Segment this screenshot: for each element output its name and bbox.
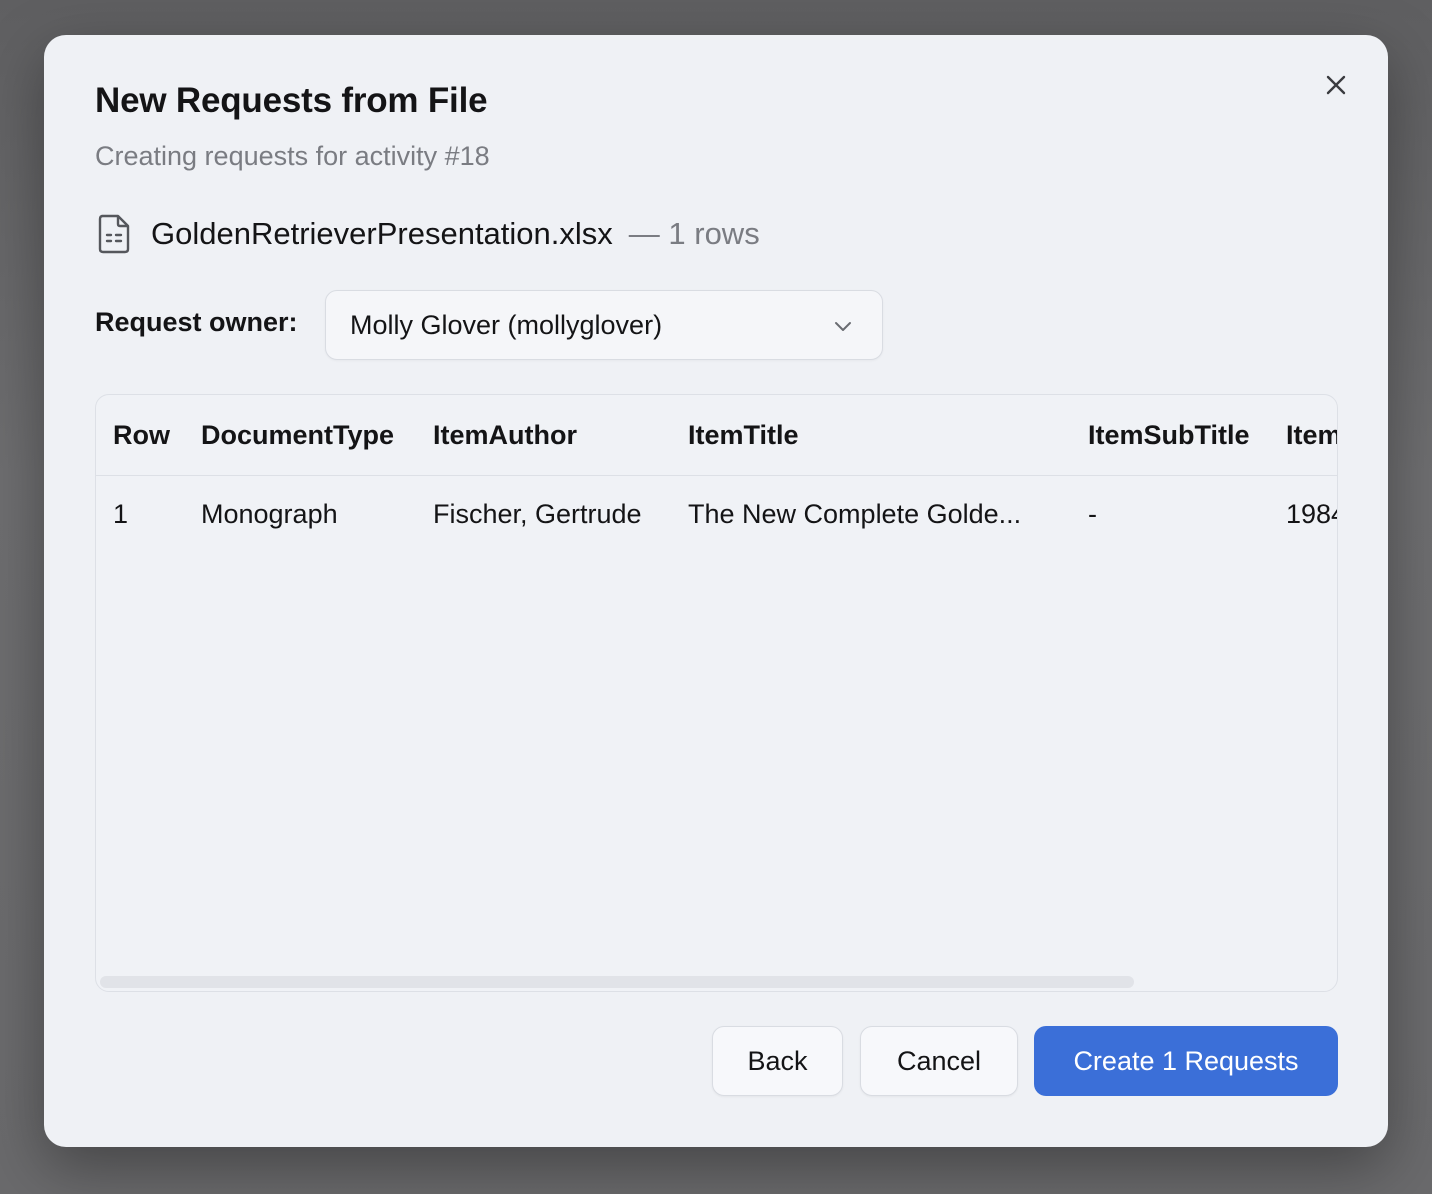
- cell-itemtitle: The New Complete Golde...: [688, 498, 1022, 529]
- file-row-count: — 1 rows: [628, 216, 760, 251]
- cell-documenttype: Monograph: [201, 498, 338, 529]
- column-header-row[interactable]: Row: [113, 395, 170, 475]
- column-header-itemtitle[interactable]: ItemTitle: [688, 395, 799, 475]
- chevron-down-icon: [835, 322, 851, 331]
- new-requests-dialog: New Requests from File Creating requests…: [44, 35, 1388, 1147]
- cancel-button[interactable]: Cancel: [860, 1026, 1018, 1096]
- close-button[interactable]: [1320, 69, 1352, 101]
- table-row[interactable]: 1 Monograph Fischer, Gertrude The New Co…: [96, 476, 1337, 552]
- column-header-itemsubtitle[interactable]: ItemSubTitle: [1088, 395, 1250, 475]
- file-name: GoldenRetrieverPresentation.xlsx: [151, 216, 613, 251]
- create-requests-button[interactable]: Create 1 Requests: [1034, 1026, 1338, 1096]
- scrollbar-thumb[interactable]: [100, 976, 1134, 988]
- preview-table[interactable]: Row DocumentType ItemAuthor ItemTitle It…: [95, 394, 1338, 992]
- table-header: Row DocumentType ItemAuthor ItemTitle It…: [96, 395, 1337, 476]
- column-header-item[interactable]: Item: [1286, 395, 1337, 475]
- request-owner-value: Molly Glover (mollyglover): [350, 309, 663, 340]
- dialog-title: New Requests from File: [95, 81, 488, 120]
- cell-itemauthor: Fischer, Gertrude: [433, 498, 642, 529]
- cell-itemsubtitle: -: [1088, 498, 1097, 529]
- dialog-subtitle: Creating requests for activity #18: [95, 141, 490, 171]
- close-icon: [1326, 75, 1346, 95]
- cell-row: 1: [113, 498, 129, 529]
- file-summary: GoldenRetrieverPresentation.xlsx — 1 row…: [95, 211, 760, 257]
- column-header-itemauthor[interactable]: ItemAuthor: [433, 395, 577, 475]
- cell-item: 1984: [1286, 498, 1337, 529]
- request-owner-select[interactable]: Molly Glover (mollyglover): [325, 290, 883, 360]
- column-header-documenttype[interactable]: DocumentType: [201, 395, 394, 475]
- back-button[interactable]: Back: [712, 1026, 843, 1096]
- request-owner-label: Request owner:: [95, 307, 298, 337]
- horizontal-scrollbar[interactable]: [96, 973, 1337, 991]
- spreadsheet-file-icon: [95, 213, 133, 255]
